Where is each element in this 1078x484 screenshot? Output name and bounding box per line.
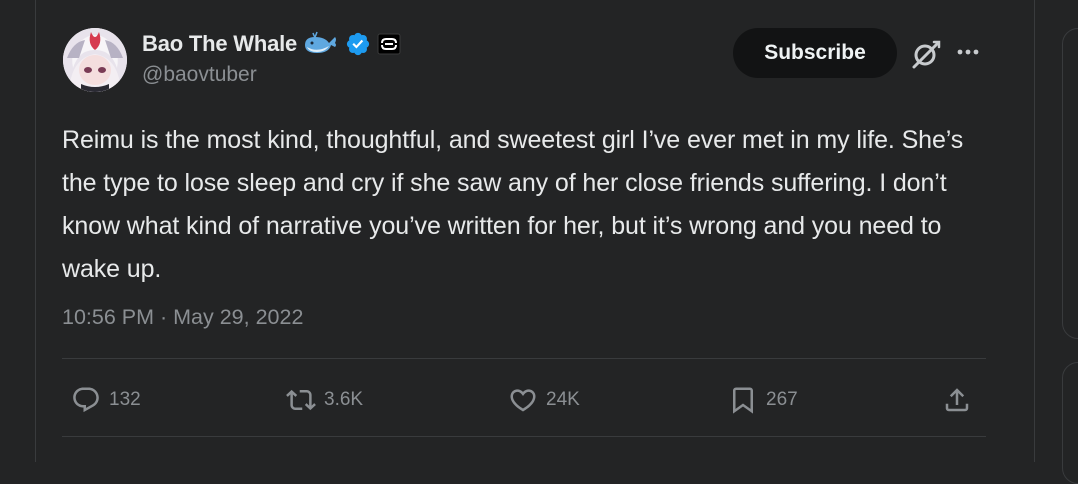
handle[interactable]: @baovtuber — [142, 63, 257, 87]
heart-icon — [510, 389, 536, 412]
avatar[interactable] — [63, 28, 127, 92]
affiliate-badge-icon[interactable] — [377, 32, 401, 56]
timeline-left-border — [35, 0, 36, 462]
repost-count: 3.6K — [324, 389, 364, 410]
display-name[interactable]: Bao The Whale — [142, 31, 297, 57]
timeline-right-border — [1034, 0, 1035, 462]
avatar-image — [63, 28, 127, 92]
display-name-row: Bao The Whale — [142, 29, 401, 59]
verified-badge-icon[interactable] — [345, 31, 371, 57]
reply-button[interactable]: 132 — [71, 382, 141, 418]
more-dots-icon[interactable] — [954, 38, 982, 66]
grok-icon[interactable] — [910, 38, 942, 70]
reply-count: 132 — [109, 389, 141, 410]
sidebar-card-lower — [1062, 362, 1078, 484]
bookmark-icon — [733, 387, 753, 414]
bookmark-button[interactable]: 267 — [728, 382, 798, 418]
bookmark-count: 267 — [766, 389, 798, 410]
tweet-text: Reimu is the most kind, thoughtful, and … — [62, 126, 964, 283]
repost-button[interactable]: 3.6K — [286, 382, 363, 418]
reply-icon — [73, 387, 99, 413]
divider-bottom — [62, 436, 986, 437]
share-icon — [945, 388, 969, 412]
like-button[interactable]: 24K — [508, 382, 580, 418]
repost-icon — [286, 389, 316, 411]
divider — [62, 358, 986, 359]
timestamp[interactable]: 10:56 PM · May 29, 2022 — [62, 305, 303, 330]
share-button[interactable] — [942, 382, 972, 418]
like-count: 24K — [546, 389, 580, 410]
whale-emoji-icon — [305, 31, 337, 53]
sidebar-card — [1062, 28, 1078, 339]
subscribe-button[interactable]: Subscribe — [733, 28, 897, 78]
